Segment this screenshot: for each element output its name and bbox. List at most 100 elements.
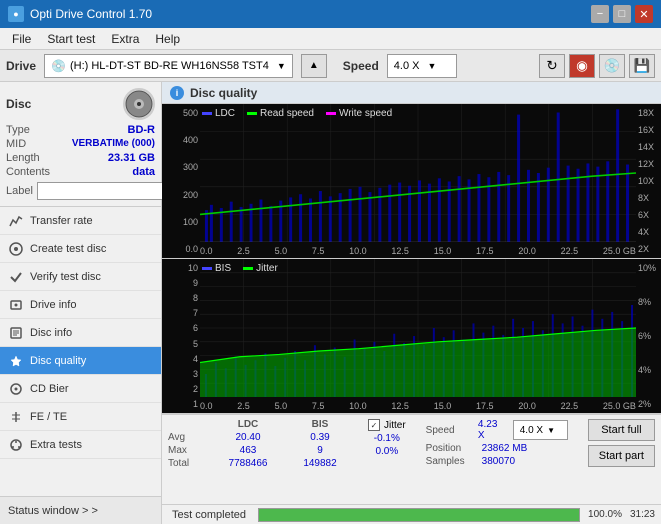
sidebar-item-transfer-rate[interactable]: Transfer rate (0, 207, 161, 235)
by-5: 5 (164, 339, 198, 349)
menu-extra[interactable]: Extra (103, 30, 147, 48)
bis-avg: 0.39 (292, 432, 348, 443)
speed-select-arrow: ▼ (547, 426, 555, 435)
bis-max: 9 (292, 445, 348, 456)
sidebar-item-disc-quality[interactable]: Disc quality (0, 347, 161, 375)
speed-select-value: 4.0 X (520, 425, 543, 436)
drive-name: (H:) HL-DT-ST BD-RE WH16NS58 TST4 (70, 60, 269, 72)
disc-quality-header: i Disc quality (162, 82, 661, 104)
x17-5: 17.5 (476, 246, 494, 256)
refresh-button[interactable]: ↻ (539, 54, 565, 78)
yr-8x: 8X (638, 193, 659, 203)
mid-label: MID (6, 138, 26, 150)
sidebar-item-extra-tests[interactable]: Extra tests (0, 431, 161, 459)
status-window-label: Status window > > (8, 505, 98, 517)
y-label-0: 0.0 (164, 244, 198, 254)
read-speed-legend: Read speed (260, 108, 314, 119)
by-9: 9 (164, 278, 198, 288)
bx22-5: 22.5 (561, 401, 579, 411)
ldc-max: 463 (220, 445, 276, 456)
by-6: 6 (164, 323, 198, 333)
total-label: Total (168, 458, 204, 469)
speed-stat-selector[interactable]: 4.0 X ▼ (513, 420, 568, 440)
full-stats: LDC BIS Avg 20.40 0.39 Max 463 9 (168, 419, 655, 469)
x0: 0.0 (200, 246, 213, 256)
drive-selector[interactable]: 💿 (H:) HL-DT-ST BD-RE WH16NS58 TST4 ▼ (44, 54, 293, 78)
bx5: 5.0 (275, 401, 288, 411)
ldc-y-axis-left: 500 400 300 200 100 0.0 (162, 104, 200, 258)
drive-dropdown-arrow: ▼ (277, 61, 286, 71)
jitter-stats: ✓ Jitter -0.1% 0.0% (368, 419, 406, 457)
disc-label-input[interactable] (37, 182, 177, 200)
bx20: 20.0 (518, 401, 536, 411)
save-button[interactable]: 💾 (629, 54, 655, 78)
jitter-header-label: Jitter (384, 420, 406, 431)
ldc-chart-svg (200, 104, 636, 242)
disc-quality-header-icon: i (170, 86, 184, 100)
sidebar-item-disc-info[interactable]: Disc info (0, 319, 161, 347)
disc-quality-icon (8, 353, 24, 369)
sidebar-item-fe-te[interactable]: FE / TE (0, 403, 161, 431)
eject-button[interactable]: ▲ (301, 54, 327, 78)
bx0: 0.0 (200, 401, 213, 411)
start-part-button[interactable]: Start part (588, 445, 655, 467)
close-button[interactable]: ✕ (635, 5, 653, 23)
sidebar-item-create-test-disc[interactable]: Create test disc (0, 235, 161, 263)
byr-4pct: 4% (638, 365, 659, 375)
write-speed-legend: Write speed (339, 108, 392, 119)
jitter-checkbox[interactable]: ✓ (368, 419, 380, 431)
content-area: i Disc quality LDC Read speed Write spee… (162, 82, 661, 524)
contents-label: Contents (6, 166, 50, 178)
position-label: Position (426, 443, 478, 454)
byr-8pct: 8% (638, 297, 659, 307)
by-2: 2 (164, 384, 198, 394)
x20: 20.0 (518, 246, 536, 256)
speed-dropdown-arrow: ▼ (427, 61, 436, 71)
menu-file[interactable]: File (4, 30, 39, 48)
minimize-button[interactable]: − (591, 5, 609, 23)
avg-label: Avg (168, 432, 204, 443)
samples-value: 380070 (482, 456, 515, 467)
window-controls: − □ ✕ (591, 5, 653, 23)
drive-icon: 💿 (51, 59, 66, 73)
bis-chart-legend: BIS Jitter (202, 263, 278, 274)
extra-tests-icon (8, 437, 24, 453)
menu-start-test[interactable]: Start test (39, 30, 103, 48)
status-window-button[interactable]: Status window > > (0, 496, 161, 524)
max-label: Max (168, 445, 204, 456)
bis-x-axis: 0.0 2.5 5.0 7.5 10.0 12.5 15.0 17.5 20.0… (200, 401, 636, 411)
speed-selector[interactable]: 4.0 X ▼ (387, 54, 457, 78)
ldc-chart: LDC Read speed Write speed 500 400 300 2… (162, 104, 661, 259)
x10: 10.0 (349, 246, 367, 256)
sidebar-item-drive-info[interactable]: Drive info (0, 291, 161, 319)
menu-help[interactable]: Help (147, 30, 188, 48)
bis-y-axis-left: 10 9 8 7 6 5 4 3 2 1 (162, 259, 200, 413)
ldc-avg: 20.40 (220, 432, 276, 443)
disc-button2[interactable]: 💿 (599, 54, 625, 78)
ldc-y-axis-right: 18X 16X 14X 12X 10X 8X 6X 4X 2X (636, 104, 661, 258)
sidebar-item-cd-bier[interactable]: CD Bier (0, 375, 161, 403)
type-value: BD-R (128, 124, 156, 136)
x2-5: 2.5 (237, 246, 250, 256)
disc-art-button[interactable]: ◉ (569, 54, 595, 78)
y-label-400: 400 (164, 135, 198, 145)
position-value: 23862 MB (482, 443, 528, 454)
status-text: Test completed (168, 509, 250, 521)
jitter-legend: Jitter (256, 263, 278, 274)
speed-stat-label: Speed (426, 425, 474, 436)
transfer-rate-icon (8, 213, 24, 229)
cd-bier-icon (8, 381, 24, 397)
samples-label: Samples (426, 456, 478, 467)
by-1: 1 (164, 399, 198, 409)
maximize-button[interactable]: □ (613, 5, 631, 23)
y-label-500: 500 (164, 108, 198, 118)
start-full-button[interactable]: Start full (588, 419, 655, 441)
by-4: 4 (164, 354, 198, 364)
y-label-200: 200 (164, 190, 198, 200)
app-title: Opti Drive Control 1.70 (30, 7, 152, 21)
yr-12x: 12X (638, 159, 659, 169)
sidebar-item-verify-test-disc[interactable]: Verify test disc (0, 263, 161, 291)
drive-info-icon (8, 297, 24, 313)
byr-10pct: 10% (638, 263, 659, 273)
fe-te-label: FE / TE (30, 411, 67, 423)
